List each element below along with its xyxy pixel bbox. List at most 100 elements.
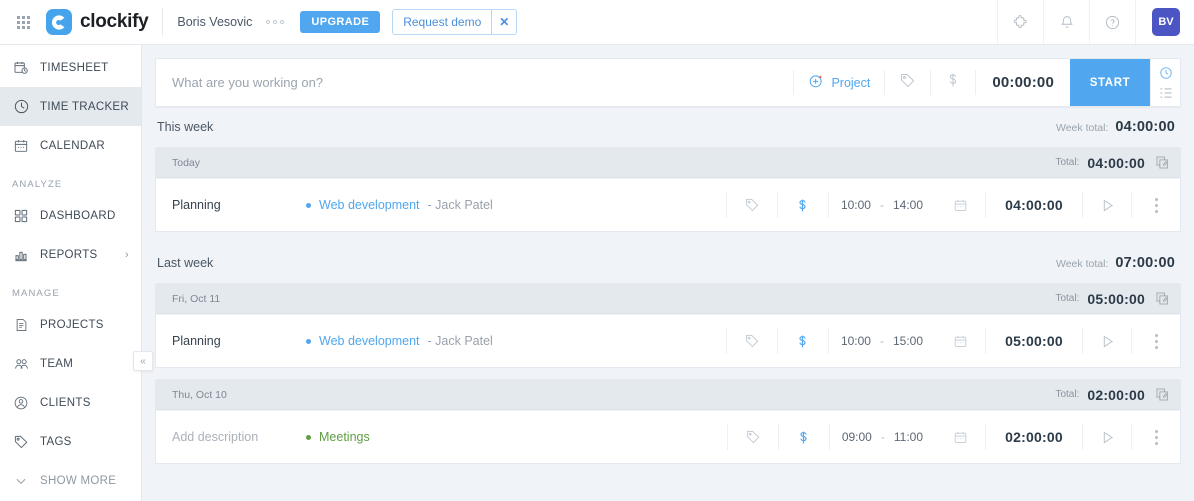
week-group: This week Week total: 04:00:00 Today Tot…	[155, 107, 1181, 232]
workspace-name[interactable]: Boris Vesovic	[177, 15, 252, 29]
week-group: Last week Week total: 07:00:00 Fri, Oct …	[155, 243, 1181, 464]
sidebar-item-projects[interactable]: PROJECTS	[0, 305, 141, 344]
entry-tag-button[interactable]	[727, 179, 777, 231]
entry-end-time[interactable]: 11:00	[894, 430, 923, 444]
entry-play-button[interactable]	[1083, 315, 1131, 367]
entry-play-button[interactable]	[1083, 179, 1131, 231]
more-icon	[1154, 197, 1158, 201]
entry-project[interactable]: Web development - Jack Patel	[306, 179, 726, 231]
sidebar-item-dashboard[interactable]: DASHBOARD	[0, 196, 141, 235]
apps-grid-icon[interactable]	[0, 15, 46, 29]
mode-manual-icon[interactable]	[1159, 87, 1173, 99]
entry-start-time[interactable]: 10:00	[841, 198, 871, 212]
add-project-icon	[808, 73, 824, 92]
entry-description[interactable]: Add description	[156, 411, 306, 463]
timer-description-input[interactable]	[156, 59, 794, 106]
entry-end-time[interactable]: 15:00	[893, 334, 923, 348]
upgrade-button[interactable]: UPGRADE	[300, 11, 381, 33]
day-total-label: Total:	[1055, 293, 1080, 304]
dollar-icon	[800, 431, 807, 443]
day-header: Fri, Oct 11 Total: 05:00:00	[156, 284, 1180, 314]
day-header: Thu, Oct 10 Total: 02:00:00	[156, 380, 1180, 410]
day-label: Today	[172, 156, 201, 169]
entry-billable-button[interactable]	[778, 179, 828, 231]
entry-time-range[interactable]: 09:00 - 11:00	[830, 411, 935, 463]
avatar[interactable]: BV	[1152, 8, 1180, 36]
close-icon[interactable]: ✕	[491, 10, 517, 34]
project-name[interactable]: Web development	[319, 198, 420, 212]
reports-icon	[12, 246, 30, 264]
entry-duration[interactable]: 04:00:00	[986, 179, 1082, 231]
sidebar-item-tags[interactable]: TAGS	[0, 422, 141, 461]
client-name: - Jack Patel	[427, 198, 493, 212]
request-demo-button[interactable]: Request demo	[393, 10, 492, 34]
entry-tag-button[interactable]	[727, 315, 777, 367]
puzzle-icon[interactable]	[997, 0, 1043, 44]
timer-duration[interactable]: 00:00:00	[976, 59, 1070, 106]
brand-name: clockify	[80, 11, 149, 32]
mode-timer-icon[interactable]	[1159, 66, 1173, 80]
sidebar-item-timesheet[interactable]: TIMESHEET	[0, 48, 141, 87]
entry-date-button[interactable]	[935, 179, 985, 231]
project-name[interactable]: Meetings	[319, 430, 370, 444]
week-total-value: 07:00:00	[1115, 255, 1175, 271]
week-total-label: Week total:	[1056, 258, 1109, 270]
bell-icon[interactable]	[1043, 0, 1089, 44]
sidebar-item-label: DASHBOARD	[40, 209, 116, 222]
entry-billable-button[interactable]	[779, 411, 829, 463]
copy-icon[interactable]	[1155, 291, 1170, 306]
entries-list: This week Week total: 04:00:00 Today Tot…	[155, 107, 1181, 501]
start-button[interactable]: START	[1070, 59, 1150, 106]
entry-time-range[interactable]: 10:00 - 14:00	[829, 179, 935, 231]
entry-play-button[interactable]	[1083, 411, 1131, 463]
entry-date-button[interactable]	[935, 315, 985, 367]
entry-project[interactable]: Meetings	[306, 411, 727, 463]
table-row[interactable]: Planning Web development - Jack Patel 10…	[156, 178, 1180, 231]
sidebar-item-team[interactable]: TEAM	[0, 344, 141, 383]
sidebar-item-time-tracker[interactable]: TIME TRACKER	[0, 87, 141, 126]
entry-duration[interactable]: 05:00:00	[986, 315, 1082, 367]
week-label: This week	[157, 120, 214, 134]
entry-billable-button[interactable]	[778, 315, 828, 367]
table-row[interactable]: Add description Meetings 09:00 - 11:00 0…	[156, 410, 1180, 463]
entry-description[interactable]: Planning	[156, 179, 306, 231]
copy-icon[interactable]	[1155, 155, 1170, 170]
dollar-icon	[799, 199, 807, 211]
table-row[interactable]: Planning Web development - Jack Patel 10…	[156, 314, 1180, 367]
help-icon[interactable]	[1089, 0, 1135, 44]
brand-logo[interactable]: clockify	[46, 9, 149, 35]
entry-project[interactable]: Web development - Jack Patel	[306, 315, 726, 367]
project-name[interactable]: Web development	[319, 334, 420, 348]
sidebar-item-clients[interactable]: CLIENTS	[0, 383, 141, 422]
entry-more-menu[interactable]	[1132, 179, 1180, 231]
tags-icon	[12, 433, 30, 451]
timer-billable-button[interactable]	[931, 59, 975, 106]
workspace-more-icon[interactable]	[266, 20, 285, 24]
entry-description[interactable]: Planning	[156, 315, 306, 367]
sidebar-item-calendar[interactable]: CALENDAR	[0, 126, 141, 165]
entry-time-range[interactable]: 10:00 - 15:00	[829, 315, 935, 367]
tag-icon	[746, 430, 760, 444]
day-total-value: 02:00:00	[1087, 386, 1145, 403]
timer-project-selector[interactable]: Project	[794, 59, 884, 106]
entry-start-time[interactable]: 09:00	[842, 430, 872, 444]
sidebar-collapse-button[interactable]: «	[133, 351, 153, 371]
entry-more-menu[interactable]	[1132, 411, 1180, 463]
sidebar-item-reports[interactable]: REPORTS ›	[0, 235, 141, 274]
entry-duration[interactable]: 02:00:00	[986, 411, 1082, 463]
entry-more-menu[interactable]	[1132, 315, 1180, 367]
entry-start-time[interactable]: 10:00	[841, 334, 871, 348]
day-total-label: Total:	[1055, 157, 1080, 168]
entry-end-time[interactable]: 14:00	[893, 198, 923, 212]
day-header: Today Total: 04:00:00	[156, 148, 1180, 178]
main-content: Project	[142, 45, 1194, 501]
more-icon	[1154, 333, 1158, 337]
copy-icon[interactable]	[1155, 387, 1170, 402]
day-total: Total: 02:00:00	[1055, 387, 1170, 403]
entry-date-button[interactable]	[935, 411, 985, 463]
entry-tag-button[interactable]	[728, 411, 778, 463]
timer-tag-button[interactable]	[885, 59, 930, 106]
sidebar-show-more[interactable]: SHOW MORE	[0, 461, 141, 500]
day-total: Total: 04:00:00	[1055, 155, 1170, 171]
project-color-dot	[306, 202, 311, 208]
